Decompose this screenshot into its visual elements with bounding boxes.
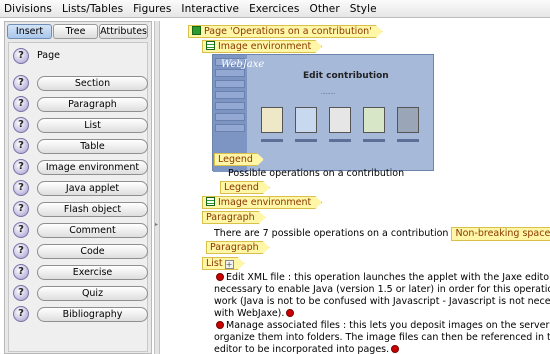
list-line: work (Java is not to be confused with Ja… <box>214 296 550 307</box>
list-item: Manage associated files : this lets you … <box>214 320 550 332</box>
list-item: Edit XML file : this operation launches … <box>214 272 550 284</box>
list-line: editor to be incorporated into pages. <box>214 344 390 354</box>
image-environment-tag[interactable]: Image environment <box>202 40 322 53</box>
trash-icon <box>397 107 419 133</box>
insert-java-applet-button[interactable]: Java applet <box>37 181 148 196</box>
tab-insert[interactable]: Insert <box>7 24 53 39</box>
list-tag[interactable]: List + <box>202 257 245 270</box>
list-item-bullet-icon[interactable] <box>216 321 224 329</box>
help-icon[interactable]: ? <box>13 243 29 259</box>
paragraph-text: There are 7 possible operations on a con… <box>214 228 449 239</box>
list-line: organize them into folders. The image fi… <box>214 332 550 343</box>
paragraph-tag-label: Paragraph <box>206 212 255 223</box>
help-icon[interactable]: ? <box>13 306 29 322</box>
list-add-icon[interactable]: + <box>225 260 234 269</box>
help-icon[interactable]: ? <box>13 96 29 112</box>
nbsp-tag[interactable]: Non-breaking space <box>451 227 550 241</box>
insert-section-button[interactable]: Section <box>37 76 148 91</box>
insert-comment-button[interactable]: Comment <box>37 223 148 238</box>
help-icon[interactable]: ? <box>13 180 29 196</box>
image-environment-end-tag[interactable]: Image environment <box>202 196 322 209</box>
help-icon[interactable]: ? <box>13 138 29 154</box>
list-line-end: with WebJaxe). <box>214 308 296 320</box>
help-icon[interactable]: ? <box>13 159 29 175</box>
image-environment-icon <box>206 197 215 206</box>
menu-style[interactable]: Style <box>350 3 377 15</box>
menu-figures[interactable]: Figures <box>133 3 171 15</box>
panel-tabs: Insert Tree Attributes <box>7 24 149 39</box>
insert-quiz-button[interactable]: Quiz <box>37 286 148 301</box>
insert-button-list: ? Page ? Section ? Paragraph ? List ? Ta… <box>8 42 148 352</box>
legend-end-tag-label: Legend <box>224 182 259 193</box>
list-item-bullet-icon[interactable] <box>216 273 224 281</box>
insert-table-button[interactable]: Table <box>37 139 148 154</box>
help-icon[interactable]: ? <box>13 75 29 91</box>
page-tag-label: Page 'Operations on a contribution' <box>204 26 372 37</box>
list-item-end-icon[interactable] <box>391 345 400 353</box>
export-icon <box>363 107 385 133</box>
list-line: with WebJaxe). <box>214 308 285 319</box>
list-line: necessary to enable Java (version 1.5 or… <box>214 284 550 295</box>
tab-tree[interactable]: Tree <box>53 24 99 39</box>
page-tag[interactable]: Page 'Operations on a contribution' <box>188 25 383 38</box>
menu-bar: Divisions Lists/Tables Figures Interacti… <box>0 0 550 18</box>
list-tag-label: List <box>206 258 223 269</box>
menu-interactive[interactable]: Interactive <box>181 3 239 15</box>
insert-code-button[interactable]: Code <box>37 244 148 259</box>
image-environment-tag-label: Image environment <box>218 41 312 52</box>
image-environment-icon <box>206 41 215 50</box>
help-icon[interactable]: ? <box>13 285 29 301</box>
menu-exercices[interactable]: Exercices <box>249 3 299 15</box>
list-line: Edit XML file : this operation launches … <box>226 272 550 283</box>
help-icon[interactable]: ? <box>13 48 29 64</box>
divider-grip-icon: ▸ <box>155 221 159 228</box>
image-subtitle-text: ········· <box>321 91 336 97</box>
page-label: Page <box>37 50 60 61</box>
paragraph-tag[interactable]: Paragraph <box>202 211 266 224</box>
copy-icon <box>329 107 351 133</box>
help-icon[interactable]: ? <box>13 117 29 133</box>
page-row: ? <box>13 48 29 64</box>
menu-lists-tables[interactable]: Lists/Tables <box>62 3 123 15</box>
insert-flash-object-button[interactable]: Flash object <box>37 202 148 217</box>
image-title: Edit contribution <box>303 71 389 81</box>
element-icon <box>192 26 201 35</box>
help-icon[interactable]: ? <box>13 264 29 280</box>
insert-paragraph-button[interactable]: Paragraph <box>37 97 148 112</box>
insert-panel: Insert Tree Attributes ? Page ? Section … <box>4 21 152 354</box>
list-item-end-icon[interactable] <box>286 309 295 317</box>
image-environment-end-tag-label: Image environment <box>218 197 312 208</box>
list-line-end: editor to be incorporated into pages. <box>214 344 401 354</box>
list-line: Manage associated files : this lets you … <box>226 320 550 331</box>
menu-other[interactable]: Other <box>309 3 339 15</box>
editor-content: Page 'Operations on a contribution' Imag… <box>162 21 550 354</box>
webjaxe-logo: WebJaxe <box>221 59 265 70</box>
insert-list-button[interactable]: List <box>37 118 148 133</box>
help-icon[interactable]: ? <box>13 222 29 238</box>
help-icon[interactable]: ? <box>13 201 29 217</box>
menu-divisions[interactable]: Divisions <box>4 3 52 15</box>
files-icon <box>295 107 317 133</box>
legend-tag-label: Legend <box>218 154 253 165</box>
paragraph-end-tag[interactable]: Paragraph <box>206 241 270 254</box>
paragraph-line: There are 7 possible operations on a con… <box>214 227 550 241</box>
split-pane-divider[interactable]: ▸ <box>154 21 160 354</box>
legend-tag[interactable]: Legend <box>214 153 264 166</box>
legend-end-tag[interactable]: Legend <box>220 181 270 194</box>
paragraph-end-tag-label: Paragraph <box>210 242 259 253</box>
insert-exercise-button[interactable]: Exercise <box>37 265 148 280</box>
legend-text: Possible operations on a contribution <box>228 168 405 179</box>
insert-image-environment-button[interactable]: Image environment <box>37 160 148 175</box>
edit-icon <box>261 107 283 133</box>
tab-attributes[interactable]: Attributes <box>99 24 148 39</box>
insert-bibliography-button[interactable]: Bibliography <box>37 307 148 322</box>
